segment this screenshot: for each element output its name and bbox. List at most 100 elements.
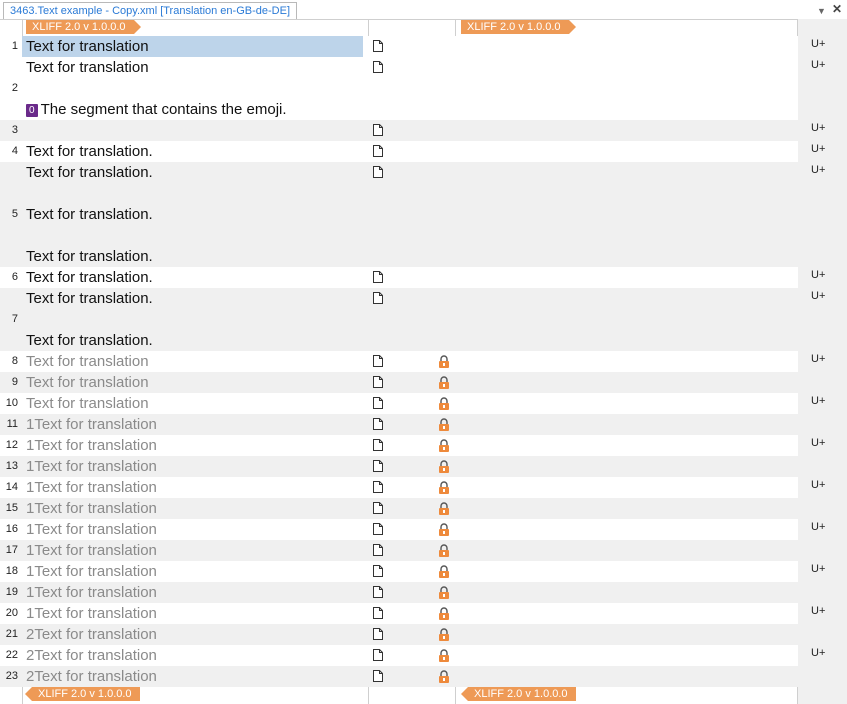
segment-number: 22	[5, 649, 18, 661]
xliff-end-marker-target: XLIFF 2.0 v 1.0.0.0	[461, 687, 576, 701]
source-text: Text for translation	[26, 395, 149, 412]
document-icon	[373, 502, 383, 514]
document-icon	[373, 397, 383, 409]
segment-row[interactable]: 4 Text for translation. U+	[0, 141, 825, 162]
lock-icon	[439, 439, 449, 452]
document-icon	[373, 355, 383, 367]
segment-row[interactable]: 8 Text for translation U+	[0, 351, 825, 372]
source-text: 2Text for translation	[26, 647, 157, 664]
status-indicator: U+	[811, 59, 826, 71]
status-indicator: U+	[811, 437, 826, 449]
source-text: 1Text for translation	[26, 542, 157, 559]
document-icon	[373, 523, 383, 535]
status-indicator: U+	[811, 143, 826, 155]
segment-number: 15	[5, 502, 18, 514]
lock-icon	[439, 523, 449, 536]
source-text: Text for translation.	[26, 290, 153, 307]
segment-number: 16	[5, 523, 18, 535]
lock-icon	[439, 397, 449, 410]
lock-icon	[439, 481, 449, 494]
segment-number: 9	[11, 376, 18, 388]
inline-tag[interactable]: 0	[26, 104, 38, 117]
document-tab[interactable]: 3463.Text example - Copy.xml [Translatio…	[3, 2, 298, 19]
document-icon	[373, 586, 383, 598]
source-text: 1Text for translation	[26, 521, 157, 538]
document-icon	[373, 481, 383, 493]
source-text: 1Text for translation	[26, 437, 157, 454]
segment-row[interactable]: 6 Text for translation. U+	[0, 267, 825, 288]
document-icon	[373, 40, 383, 52]
source-text: 1Text for translation	[26, 563, 157, 580]
source-text: 0 The segment that contains the emoji.	[26, 99, 287, 120]
document-icon	[373, 649, 383, 661]
source-text: Text for translation	[26, 374, 149, 391]
segment-row[interactable]: 12 1Text for translation U+	[0, 435, 825, 456]
segment-number: 19	[5, 586, 18, 598]
segment-number: 8	[11, 355, 18, 367]
lock-icon	[439, 418, 449, 431]
status-indicator: U+	[811, 563, 826, 575]
segment-row[interactable]: 20 1Text for translation U+	[0, 603, 825, 624]
document-icon	[373, 124, 383, 136]
segment-number: 14	[5, 481, 18, 493]
document-icon	[373, 271, 383, 283]
segment-number: 18	[5, 565, 18, 577]
source-text: 1Text for translation	[26, 479, 157, 496]
status-indicator: U+	[811, 38, 826, 50]
lock-icon	[439, 628, 449, 641]
segment-row[interactable]: 17 1Text for translation	[0, 540, 798, 561]
source-text: 1Text for translation	[26, 500, 157, 517]
segment-row[interactable]: 15 1Text for translation	[0, 498, 798, 519]
segment-number: 5	[11, 208, 18, 220]
segment-number: 11	[6, 418, 18, 430]
document-icon	[373, 460, 383, 472]
status-indicator: U+	[811, 395, 826, 407]
segment-row[interactable]: 16 1Text for translation U+	[0, 519, 825, 540]
xliff-start-marker-target: XLIFF 2.0 v 1.0.0.0	[461, 20, 576, 34]
segment-number: 23	[5, 670, 18, 682]
segment-grid: XLIFF 2.0 v 1.0.0.0 XLIFF 2.0 v 1.0.0.0 …	[0, 19, 847, 704]
status-indicator: U+	[811, 479, 826, 491]
status-indicator: U+	[811, 269, 826, 281]
segment-number: 4	[11, 145, 18, 157]
source-text: Text for translation.	[26, 143, 153, 160]
segment-row[interactable]: 18 1Text for translation U+	[0, 561, 825, 582]
lock-icon	[439, 586, 449, 599]
lock-icon	[439, 649, 449, 662]
source-text: Text for translation	[26, 38, 149, 55]
source-text: Text for translation	[26, 353, 149, 370]
source-text: 1Text for translation	[26, 584, 157, 601]
source-text: 1Text for translation	[26, 416, 157, 433]
source-text: 2Text for translation	[26, 626, 157, 643]
lock-icon	[439, 502, 449, 515]
segment-row[interactable]: 3 U+	[0, 120, 825, 141]
status-indicator: U+	[811, 164, 826, 176]
segment-row[interactable]: 10 Text for translation U+	[0, 393, 825, 414]
segment-row[interactable]: 7 Text for translation. Text for translati…	[0, 288, 825, 351]
segment-row[interactable]: 22 2Text for translation U+	[0, 645, 825, 666]
segment-row[interactable]: 5 Text for translation. Text for translati…	[0, 162, 825, 267]
segment-row[interactable]: 21 2Text for translation	[0, 624, 798, 645]
lock-icon	[439, 544, 449, 557]
segment-row[interactable]: 11 1Text for translation	[0, 414, 798, 435]
close-icon[interactable]: ✕	[832, 1, 842, 17]
document-icon	[373, 565, 383, 577]
source-text: Text for translation.	[26, 206, 153, 223]
tab-dropdown-icon[interactable]: ▼	[817, 3, 826, 19]
segment-row[interactable]: 19 1Text for translation	[0, 582, 798, 603]
document-tab-bar: 3463.Text example - Copy.xml [Translatio…	[0, 0, 847, 20]
segment-row[interactable]: 13 1Text for translation	[0, 456, 798, 477]
segment-row[interactable]: 23 2Text for translation	[0, 666, 798, 687]
segment-row[interactable]: 9 Text for translation	[0, 372, 798, 393]
segment-number: 6	[11, 271, 18, 283]
segment-number: 17	[5, 544, 18, 556]
segment-number: 3	[11, 124, 18, 136]
lock-icon	[439, 355, 449, 368]
lock-icon	[439, 376, 449, 389]
source-text: 1Text for translation	[26, 605, 157, 622]
source-cell[interactable]	[22, 120, 363, 141]
segment-row[interactable]: 2 Text for translation 0 The segment that c…	[0, 57, 825, 120]
segment-row[interactable]: 1 Text for translation U+	[0, 36, 825, 57]
document-icon	[373, 61, 383, 73]
segment-row[interactable]: 14 1Text for translation U+	[0, 477, 825, 498]
